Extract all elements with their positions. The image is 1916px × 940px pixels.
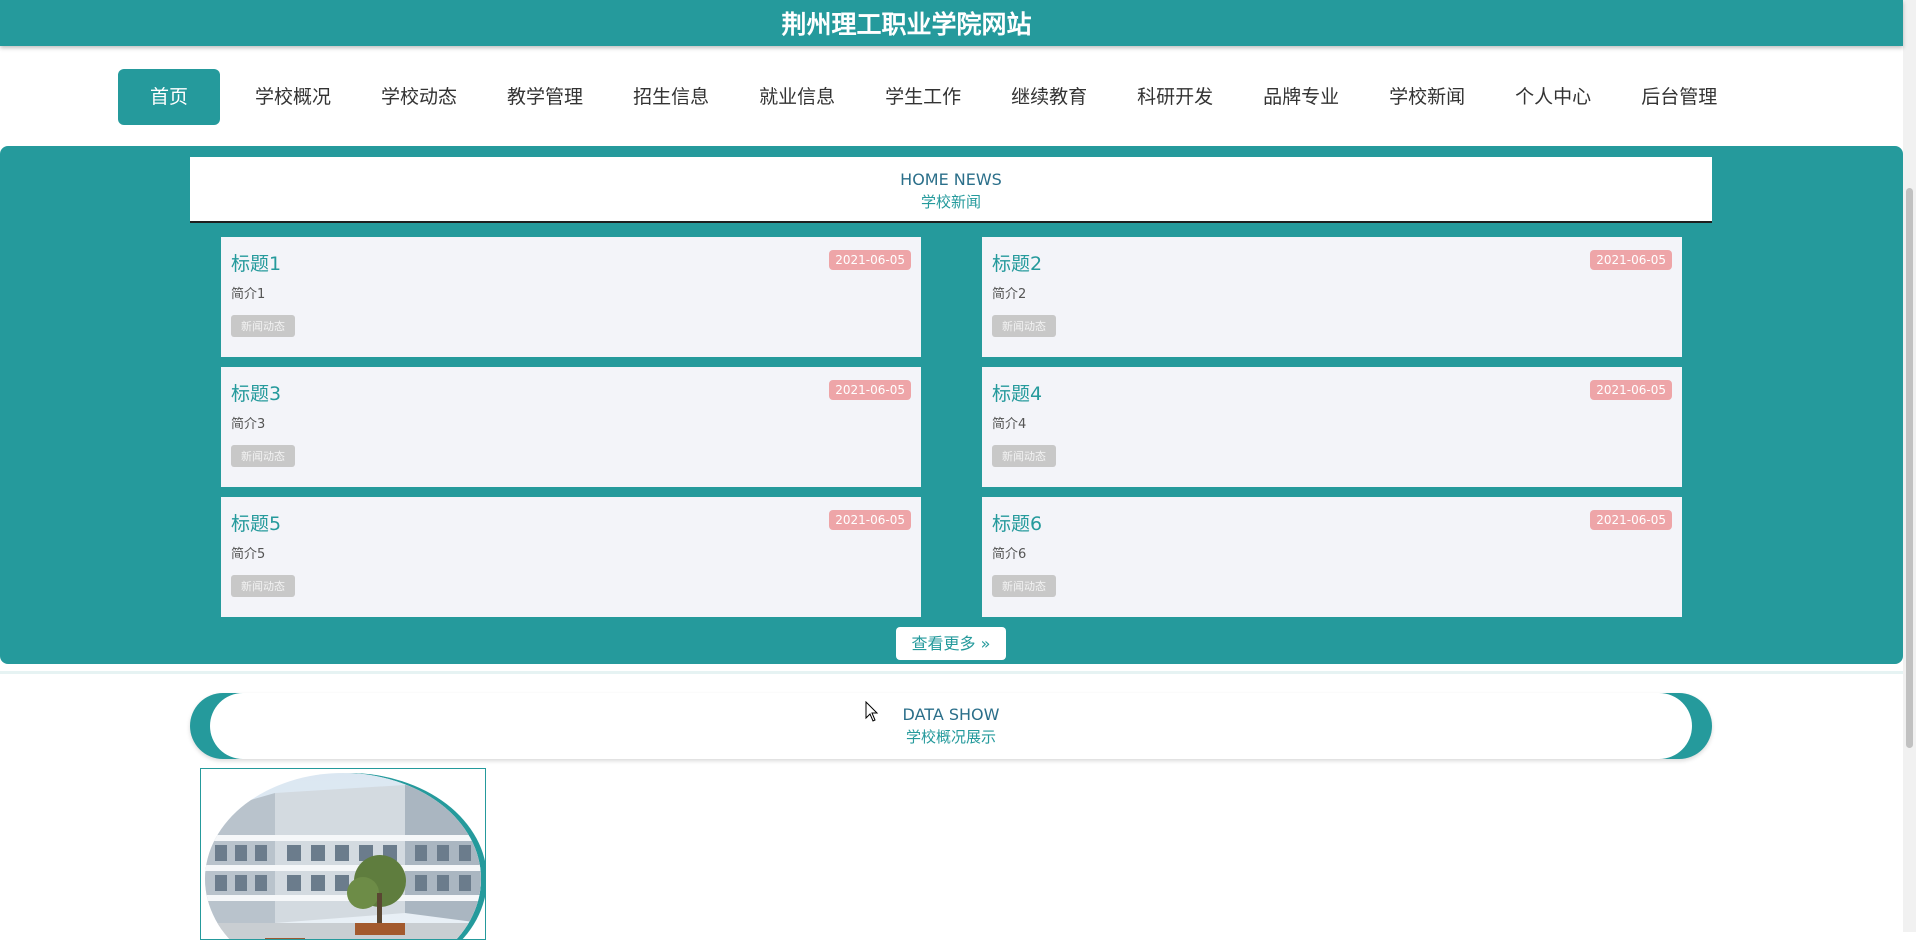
double-chevron-right-icon: » [980, 634, 991, 653]
nav-item-student-affairs[interactable]: 学生工作 [860, 69, 986, 125]
news-intro: 简介6 [992, 547, 1027, 562]
news-intro: 简介4 [992, 417, 1027, 432]
mouse-cursor-icon [865, 701, 879, 722]
nav-item-personal-center[interactable]: 个人中心 [1490, 69, 1616, 125]
news-date-badge: 2021-06-05 [1590, 510, 1672, 530]
news-card-2[interactable]: 标题2 2021-06-05 简介2 新闻动态 [982, 237, 1682, 357]
news-section: HOME NEWS 学校新闻 标题1 2021-06-05 简介1 新闻动态 标… [0, 146, 1903, 664]
nav-item-admin[interactable]: 后台管理 [1616, 69, 1742, 125]
news-card-1[interactable]: 标题1 2021-06-05 简介1 新闻动态 [221, 237, 921, 357]
top-header-bar: 荆州理工职业学院网站 [0, 0, 1903, 46]
nav-item-employment[interactable]: 就业信息 [734, 69, 860, 125]
news-card-4[interactable]: 标题4 2021-06-05 简介4 新闻动态 [982, 367, 1682, 487]
news-intro: 简介2 [992, 287, 1027, 302]
news-title[interactable]: 标题5 [231, 509, 281, 536]
nav-item-home[interactable]: 首页 [118, 69, 221, 125]
nav-item-school-news[interactable]: 学校新闻 [1364, 69, 1490, 125]
news-title[interactable]: 标题2 [992, 249, 1042, 276]
nav-item-continuing-education[interactable]: 继续教育 [986, 69, 1112, 125]
news-title[interactable]: 标题3 [231, 379, 281, 406]
campus-photo[interactable] [205, 773, 481, 939]
news-intro: 简介3 [231, 417, 266, 432]
scrollbar-thumb[interactable] [1906, 188, 1913, 748]
main-nav: 首页 学校概况 学校动态 教学管理 招生信息 就业信息 学生工作 继续教育 科研… [118, 69, 1742, 125]
news-category-tag: 新闻动态 [231, 445, 295, 467]
news-heading-cn: 学校新闻 [920, 193, 981, 211]
news-title[interactable]: 标题6 [992, 509, 1042, 536]
news-category-tag: 新闻动态 [992, 445, 1056, 467]
data-show-header-inner: DATA SHOW 学校概况展示 [210, 693, 1692, 759]
news-category-tag: 新闻动态 [992, 315, 1056, 337]
news-category-tag: 新闻动态 [231, 315, 295, 337]
view-more-button[interactable]: 查看更多 » [896, 627, 1006, 660]
news-card-6[interactable]: 标题6 2021-06-05 简介6 新闻动态 [982, 497, 1682, 617]
news-category-tag: 新闻动态 [231, 575, 295, 597]
nav-item-research[interactable]: 科研开发 [1112, 69, 1238, 125]
news-card-5[interactable]: 标题5 2021-06-05 简介5 新闻动态 [221, 497, 921, 617]
nav-item-school-overview[interactable]: 学校概况 [230, 69, 356, 125]
news-heading-en: HOME NEWS [900, 170, 1002, 189]
news-intro: 简介5 [231, 547, 266, 562]
news-date-badge: 2021-06-05 [1590, 250, 1672, 270]
news-title[interactable]: 标题4 [992, 379, 1042, 406]
site-title: 荆州理工职业学院网站 [781, 10, 1032, 39]
view-more-label: 查看更多 [911, 634, 976, 653]
page-scrollbar[interactable] [1903, 0, 1916, 932]
school-overview-card[interactable] [200, 768, 486, 940]
news-date-badge: 2021-06-05 [829, 380, 911, 400]
section-divider [0, 671, 1903, 674]
nav-item-school-news-feed[interactable]: 学校动态 [356, 69, 482, 125]
news-date-badge: 2021-06-05 [829, 250, 911, 270]
news-card-3[interactable]: 标题3 2021-06-05 简介3 新闻动态 [221, 367, 921, 487]
news-title[interactable]: 标题1 [231, 249, 281, 276]
show-heading-cn: 学校概况展示 [905, 728, 996, 746]
campus-building-image [205, 773, 481, 939]
data-show-header: DATA SHOW 学校概况展示 [190, 693, 1712, 759]
news-date-badge: 2021-06-05 [829, 510, 911, 530]
nav-item-teaching[interactable]: 教学管理 [482, 69, 608, 125]
nav-item-admissions[interactable]: 招生信息 [608, 69, 734, 125]
news-section-header: HOME NEWS 学校新闻 [190, 157, 1712, 223]
news-intro: 简介1 [231, 287, 266, 302]
show-heading-en: DATA SHOW [902, 705, 1000, 724]
news-category-tag: 新闻动态 [992, 575, 1056, 597]
nav-item-featured-majors[interactable]: 品牌专业 [1238, 69, 1364, 125]
news-date-badge: 2021-06-05 [1590, 380, 1672, 400]
